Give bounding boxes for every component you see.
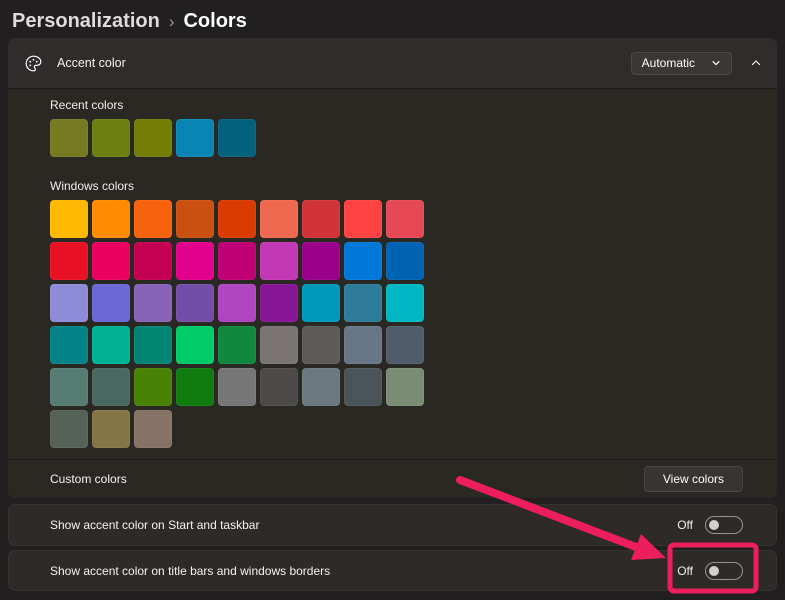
color-swatch[interactable] (50, 242, 88, 280)
color-swatch[interactable] (176, 119, 214, 157)
color-swatch[interactable] (218, 368, 256, 406)
color-swatch[interactable] (50, 326, 88, 364)
color-swatch[interactable] (92, 368, 130, 406)
color-swatch[interactable] (344, 368, 382, 406)
custom-colors-row: Custom colors View colors (8, 459, 777, 498)
color-swatch[interactable] (302, 326, 340, 364)
windows-colors-swatches (50, 200, 761, 448)
color-swatch[interactable] (176, 368, 214, 406)
color-swatch[interactable] (260, 368, 298, 406)
color-swatch[interactable] (50, 368, 88, 406)
color-swatch[interactable] (386, 368, 424, 406)
color-swatch[interactable] (176, 242, 214, 280)
color-swatch[interactable] (386, 326, 424, 364)
custom-colors-label: Custom colors (50, 472, 127, 486)
accent-color-expander-body: Recent colors Windows colors (8, 88, 777, 459)
color-swatch[interactable] (344, 242, 382, 280)
color-swatch[interactable] (50, 284, 88, 322)
color-swatch[interactable] (386, 200, 424, 238)
color-swatch[interactable] (50, 200, 88, 238)
breadcrumb-separator-icon: › (169, 11, 175, 32)
windows-colors-label: Windows colors (50, 179, 761, 193)
color-swatch[interactable] (260, 242, 298, 280)
recent-colors-swatches (50, 119, 761, 157)
breadcrumb: Personalization › Colors (0, 0, 785, 37)
color-swatch[interactable] (260, 200, 298, 238)
accent-color-mode-value: Automatic (642, 56, 695, 70)
color-swatch[interactable] (176, 284, 214, 322)
page-title: Colors (183, 10, 246, 33)
color-swatch[interactable] (92, 119, 130, 157)
expander-collapse-button[interactable] (749, 56, 763, 70)
color-swatch[interactable] (176, 200, 214, 238)
color-swatch[interactable] (302, 242, 340, 280)
color-swatch[interactable] (134, 326, 172, 364)
setting-row-start-taskbar: Show accent color on Start and taskbar O… (8, 504, 777, 546)
color-swatch[interactable] (50, 410, 88, 448)
color-swatch[interactable] (302, 284, 340, 322)
palette-icon (23, 53, 43, 73)
color-swatch[interactable] (386, 242, 424, 280)
color-swatch[interactable] (260, 326, 298, 364)
settings-page-body: Accent color Automatic Recent colors (8, 38, 777, 591)
title-bars-toggle-state: Off (677, 564, 693, 578)
breadcrumb-personalization[interactable]: Personalization (12, 10, 160, 33)
title-bars-label: Show accent color on title bars and wind… (50, 564, 330, 578)
start-taskbar-toggle-state: Off (677, 518, 693, 532)
color-swatch[interactable] (134, 410, 172, 448)
accent-color-mode-dropdown[interactable]: Automatic (631, 52, 732, 75)
color-swatch[interactable] (344, 284, 382, 322)
toggle-knob (709, 566, 719, 576)
color-swatch[interactable] (92, 200, 130, 238)
accent-color-label: Accent color (57, 56, 126, 70)
color-swatch[interactable] (302, 200, 340, 238)
color-swatch[interactable] (176, 326, 214, 364)
color-swatch[interactable] (344, 326, 382, 364)
color-swatch[interactable] (218, 326, 256, 364)
color-swatch[interactable] (386, 284, 424, 322)
color-swatch[interactable] (92, 242, 130, 280)
color-swatch[interactable] (92, 410, 130, 448)
color-swatch[interactable] (134, 119, 172, 157)
chevron-up-icon (750, 57, 762, 69)
color-swatch[interactable] (134, 242, 172, 280)
setting-row-title-bars: Show accent color on title bars and wind… (8, 550, 777, 591)
color-swatch[interactable] (92, 284, 130, 322)
title-bars-toggle[interactable] (705, 562, 743, 580)
accent-color-expander-header[interactable]: Accent color Automatic (8, 38, 777, 88)
color-swatch[interactable] (134, 368, 172, 406)
start-taskbar-label: Show accent color on Start and taskbar (50, 518, 259, 532)
toggle-knob (709, 520, 719, 530)
chevron-down-icon (711, 58, 721, 68)
color-swatch[interactable] (50, 119, 88, 157)
color-swatch[interactable] (218, 284, 256, 322)
view-colors-button[interactable]: View colors (644, 466, 743, 492)
color-swatch[interactable] (260, 284, 298, 322)
color-swatch[interactable] (92, 326, 130, 364)
color-swatch[interactable] (134, 284, 172, 322)
color-swatch[interactable] (218, 242, 256, 280)
accent-color-card: Accent color Automatic Recent colors (8, 38, 777, 498)
start-taskbar-toggle[interactable] (705, 516, 743, 534)
color-swatch[interactable] (218, 200, 256, 238)
color-swatch[interactable] (344, 200, 382, 238)
color-swatch[interactable] (134, 200, 172, 238)
color-swatch[interactable] (302, 368, 340, 406)
recent-colors-label: Recent colors (50, 98, 761, 112)
color-swatch[interactable] (218, 119, 256, 157)
